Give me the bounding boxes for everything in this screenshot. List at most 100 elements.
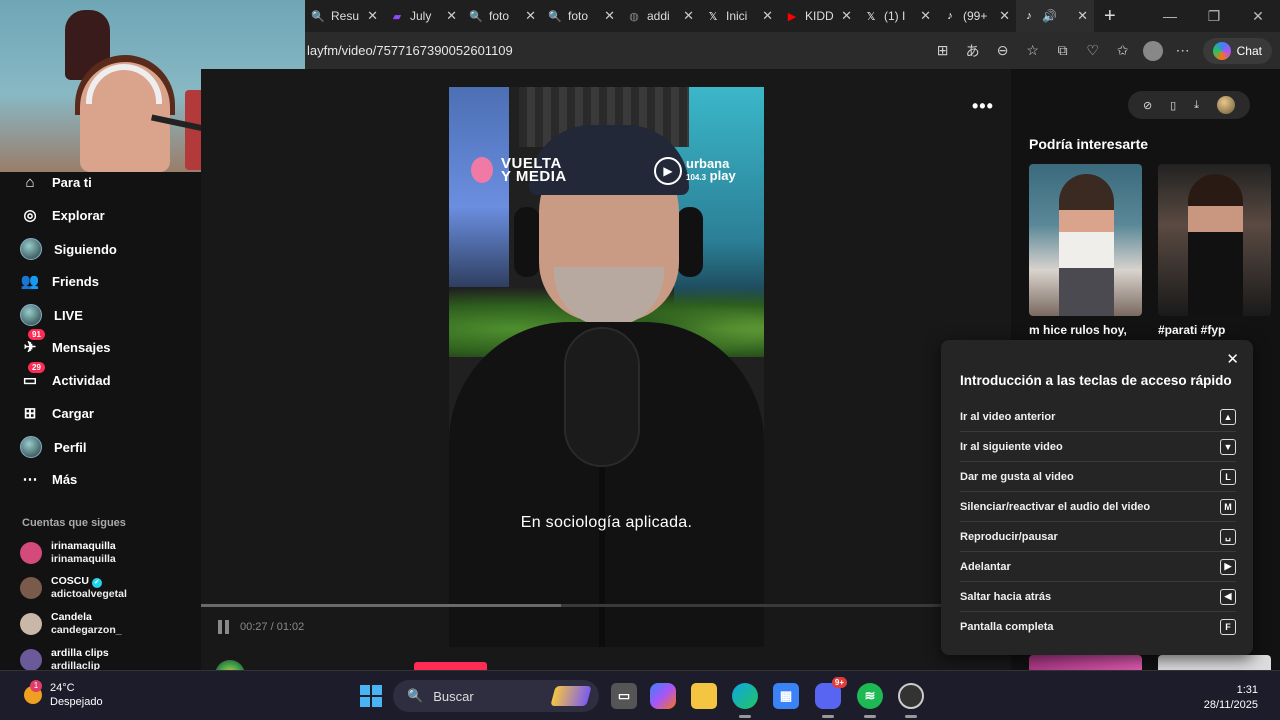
mobile-icon[interactable]: ▯: [1170, 99, 1176, 112]
windows-start-icon[interactable]: [360, 685, 382, 707]
favorites-icon[interactable]: ✩: [1113, 41, 1133, 61]
close-icon[interactable]: ✕: [1226, 350, 1239, 368]
microsoft-store-icon[interactable]: ▦: [773, 683, 799, 709]
tab-close-icon[interactable]: ✕: [525, 8, 536, 24]
sidebar-item-para-ti[interactable]: ⌂ Para ti: [20, 172, 92, 192]
browser-tab[interactable]: ◍ addi ✕: [621, 0, 700, 32]
weather-badge: 1: [30, 680, 42, 692]
sidebar-item-friends[interactable]: 👥 Friends: [20, 271, 99, 291]
followed-account[interactable]: irinamaquilla irinamaquilla: [20, 540, 116, 566]
recommended-video-thumbnail[interactable]: [1029, 655, 1142, 670]
task-view-icon[interactable]: ▭: [611, 683, 637, 709]
tab-close-icon[interactable]: ✕: [367, 8, 378, 24]
account-name: Candela: [51, 611, 92, 623]
browser-tab[interactable]: ▰ July ✕: [384, 0, 463, 32]
sidebar-item-actividad[interactable]: ▭ 29 Actividad: [20, 362, 111, 390]
notification-badge: 29: [28, 362, 45, 373]
profile-avatar-icon[interactable]: [1142, 40, 1163, 61]
x-icon: 𝕏: [866, 10, 876, 23]
zoom-icon[interactable]: ⊖: [993, 41, 1013, 61]
shortcut-row: Adelantar ▶: [960, 552, 1236, 582]
clock-date: 28/11/2025: [1203, 699, 1258, 711]
recommended-video-caption[interactable]: #parati #fyp: [1158, 323, 1225, 337]
download-icon[interactable]: ⤓: [1194, 99, 1199, 112]
messages-icon: ✈ 91: [20, 329, 45, 357]
browser-tab[interactable]: 🔍 foto ✕: [463, 0, 542, 32]
minimize-button[interactable]: —: [1148, 0, 1192, 32]
extensions-icon[interactable]: ⧉: [1053, 41, 1073, 61]
browser-tab[interactable]: 🔍 foto ✕: [542, 0, 621, 32]
sidebar-item-perfil[interactable]: Perfil: [20, 436, 87, 458]
new-tab-button[interactable]: +: [1104, 5, 1116, 28]
video-more-options-icon[interactable]: •••: [972, 96, 994, 117]
sidebar-item-cargar[interactable]: ⊞ Cargar: [20, 403, 94, 423]
browser-tab[interactable]: 🔍 Resu ✕: [305, 0, 384, 32]
youtube-icon: ▶: [787, 10, 797, 23]
autoscroll-icon[interactable]: ⊘: [1143, 99, 1152, 112]
tab-close-icon[interactable]: ✕: [1077, 8, 1088, 24]
recommended-video-caption[interactable]: m hice rulos hoy,: [1029, 323, 1127, 337]
obs-icon[interactable]: [898, 683, 924, 709]
search-icon: 🔍: [407, 688, 424, 703]
copilot-chat-button[interactable]: Chat: [1202, 37, 1272, 64]
recommended-video-thumbnail[interactable]: [1158, 655, 1271, 670]
pause-icon[interactable]: [218, 620, 232, 634]
discord-icon[interactable]: 9+: [815, 677, 847, 709]
sidebar-item-siguiendo[interactable]: Siguiendo: [20, 238, 117, 260]
shortcut-row: Saltar hacia atrás ◀: [960, 582, 1236, 612]
taskbar-clock[interactable]: 1:31 28/11/2025: [1204, 683, 1258, 713]
window-controls: — ❐ ✕: [1148, 0, 1280, 32]
url-field[interactable]: layfm/video/7577167390052601109: [305, 43, 513, 58]
tab-audio-icon[interactable]: 🔊: [1042, 9, 1062, 23]
browser-tab[interactable]: 𝕏 (1) I ✕: [858, 0, 937, 32]
shortcuts-title: Introducción a las teclas de acceso rápi…: [960, 373, 1232, 388]
followed-account[interactable]: Candela candegarzon_: [20, 611, 122, 637]
maximize-button[interactable]: ❐: [1192, 0, 1236, 32]
close-window-button[interactable]: ✕: [1236, 0, 1280, 32]
recommended-video-thumbnail[interactable]: [1029, 164, 1142, 316]
thumbnail-person: [1188, 174, 1243, 316]
obs-active-indicator: [905, 715, 917, 718]
edge-browser-icon[interactable]: [732, 683, 758, 709]
tab-close-icon[interactable]: ✕: [446, 8, 457, 24]
spotify-icon[interactable]: ≋: [857, 683, 883, 709]
tiktok-icon: ♪: [947, 10, 953, 22]
account-handle: adictoalvegetal: [51, 588, 127, 600]
favorite-star-icon[interactable]: ☆: [1023, 41, 1043, 61]
sidebar-item-más[interactable]: ⋯ Más: [20, 469, 78, 489]
tab-close-icon[interactable]: ✕: [762, 8, 773, 24]
sidebar-item-live[interactable]: LIVE: [20, 304, 83, 326]
tiktok-icon: ♪: [1026, 10, 1032, 22]
browser-tab[interactable]: 𝕏 Inici ✕: [700, 0, 779, 32]
user-avatar[interactable]: [1216, 96, 1235, 114]
taskbar-search[interactable]: 🔍 Buscar: [393, 680, 599, 712]
browser-tab-strip: 🔍 Resu ✕ ▰ July ✕ 🔍 foto ✕ 🔍 foto ✕ ◍ addi ✕ 𝕏 Inici ✕ ▶ KI…: [305, 0, 1280, 32]
sidebar-item-mensajes[interactable]: ✈ 91 Mensajes: [20, 329, 111, 357]
browser-tab[interactable]: ♪ 🔊 ✕: [1016, 0, 1094, 32]
copilot-app-icon[interactable]: [650, 683, 676, 709]
tab-close-icon[interactable]: ✕: [604, 8, 615, 24]
sidebar-item-explorar[interactable]: ◎ Explorar: [20, 205, 104, 225]
sidebar-item-label: Para ti: [52, 174, 92, 190]
tab-close-icon[interactable]: ✕: [920, 8, 931, 24]
read-aloud-icon[interactable]: あ: [963, 41, 983, 61]
shortcut-key-icon: L: [1220, 468, 1236, 485]
tab-close-icon[interactable]: ✕: [841, 8, 852, 24]
upload-icon: ⊞: [23, 405, 37, 422]
recommended-video-thumbnail[interactable]: [1158, 164, 1271, 316]
settings-more-icon[interactable]: ⋯: [1173, 41, 1193, 61]
weather-widget[interactable]: 1 24°C Despejado: [24, 680, 103, 709]
browser-tab[interactable]: ▶ KIDD ✕: [779, 0, 858, 32]
tab-close-icon[interactable]: ✕: [683, 8, 694, 24]
app-available-icon[interactable]: ⊞: [933, 41, 953, 61]
tab-close-icon[interactable]: ✕: [999, 8, 1010, 24]
video-player[interactable]: VUELTA Y MEDIA ▶ urbana 104.3 play En so…: [449, 87, 764, 647]
twitch-icon: ▰: [392, 10, 402, 23]
browser-essentials-icon[interactable]: ♡: [1083, 41, 1103, 61]
shortcut-label: Saltar hacia atrás: [960, 590, 1052, 603]
browser-tab[interactable]: ♪ (99+ ✕: [937, 0, 1016, 32]
followed-account[interactable]: COSCU ✓ adictoalvegetal: [20, 575, 127, 601]
edge-active-indicator: [739, 715, 751, 718]
profile-avatar-icon: [20, 436, 42, 458]
file-explorer-icon[interactable]: [691, 683, 717, 709]
